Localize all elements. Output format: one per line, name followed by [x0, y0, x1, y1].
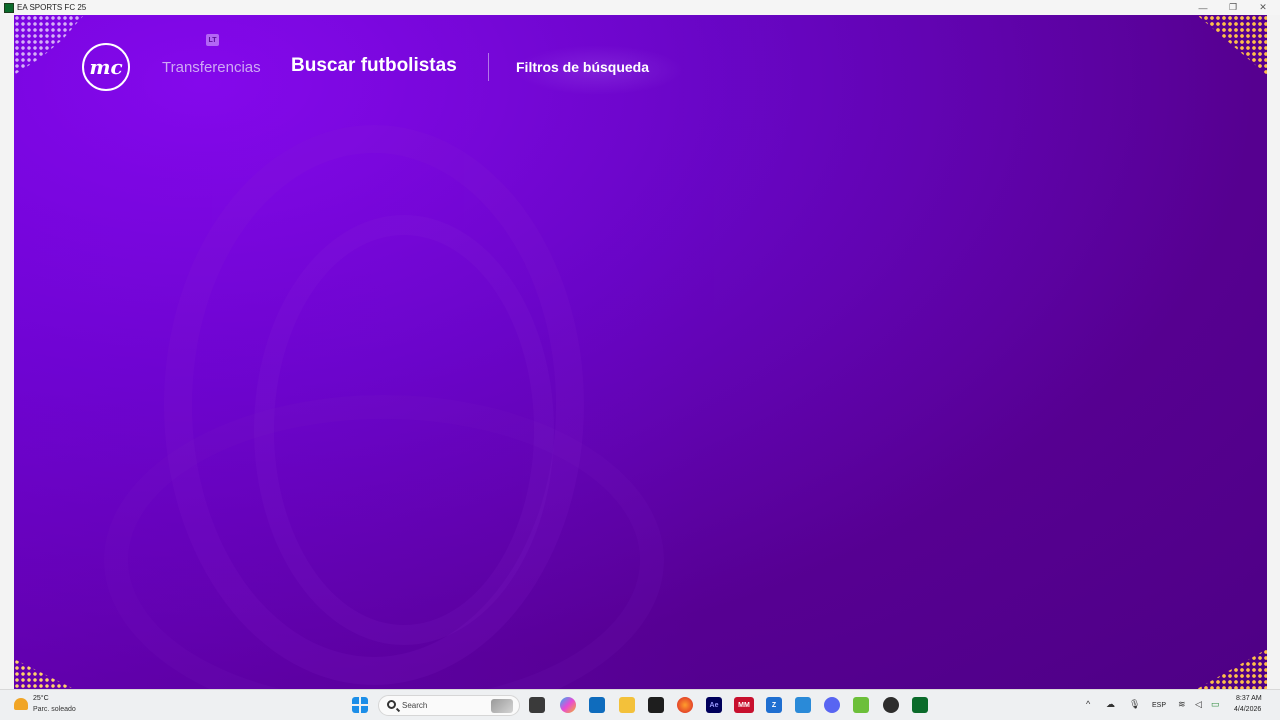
discord-icon[interactable] [824, 697, 840, 713]
maximize-button[interactable]: ❐ [1218, 0, 1248, 15]
dot-pattern-top-left [14, 15, 84, 75]
lt-button-hint-icon: LT [206, 34, 219, 46]
copilot-icon[interactable] [560, 697, 576, 713]
dot-pattern-top-right [1197, 15, 1267, 75]
firefox-icon[interactable] [677, 697, 693, 713]
game-canvas: mc LT Transferencias Buscar futbolistas … [14, 15, 1267, 689]
window-titlebar: EA SPORTS FC 25 [0, 0, 1280, 15]
dot-pattern-bottom-left [14, 659, 74, 689]
volume-icon[interactable]: ◁ [1195, 699, 1202, 710]
nav-transfers[interactable]: Transferencias [162, 59, 261, 76]
dot-pattern-bottom-right [1197, 649, 1267, 689]
language-indicator[interactable]: ESP [1152, 702, 1166, 709]
battery-icon[interactable]: ▭ [1211, 699, 1220, 710]
fc25-taskbar-icon[interactable] [912, 697, 928, 713]
task-view-icon[interactable] [529, 697, 545, 713]
window-border-right [1267, 15, 1280, 689]
window-title: EA SPORTS FC 25 [17, 3, 87, 12]
career-mode-logo: mc [82, 43, 130, 91]
search-placeholder: Search [402, 701, 428, 710]
search-highlight-icon [491, 699, 513, 713]
taskbar-search-input[interactable]: Search [378, 695, 520, 716]
minimize-button[interactable]: — [1188, 0, 1218, 15]
circle-app-icon[interactable] [883, 697, 899, 713]
mm-app-icon[interactable]: MM [734, 697, 754, 713]
outlook-icon[interactable] [589, 697, 605, 713]
nav-divider [488, 53, 489, 81]
fc25-app-icon [4, 2, 14, 13]
windows-taskbar: 25°C Parc. soleado Search Ae MM Z ^ ☁ 🎙 … [0, 689, 1280, 720]
weather-desc: Parc. soleado [33, 706, 76, 713]
windows-start-icon[interactable] [352, 697, 368, 713]
tray-overflow-chevron-icon[interactable]: ^ [1086, 699, 1090, 709]
z-app-icon[interactable]: Z [766, 697, 782, 713]
dark-app-icon[interactable] [648, 697, 664, 713]
after-effects-icon[interactable]: Ae [706, 697, 722, 713]
blue-app-icon[interactable] [795, 697, 811, 713]
notepad-icon[interactable] [853, 697, 869, 713]
file-explorer-icon[interactable] [619, 697, 635, 713]
close-button[interactable]: ✕ [1248, 0, 1278, 15]
weather-temp: 25°C [33, 695, 49, 702]
window-border-left [0, 15, 14, 689]
clock-date[interactable]: 4/4/2026 [1234, 706, 1261, 713]
clock-time[interactable]: 8:37 AM [1236, 695, 1262, 702]
nav-search-filters[interactable]: Filtros de búsqueda [516, 59, 649, 75]
onedrive-icon[interactable]: ☁ [1106, 699, 1115, 710]
nav-search-players[interactable]: Buscar futbolistas [291, 55, 457, 77]
weather-sun-icon[interactable] [14, 698, 28, 710]
wifi-icon[interactable]: ≋ [1178, 699, 1186, 710]
search-icon [387, 700, 396, 709]
microphone-icon[interactable]: 🎙 [1129, 699, 1140, 710]
